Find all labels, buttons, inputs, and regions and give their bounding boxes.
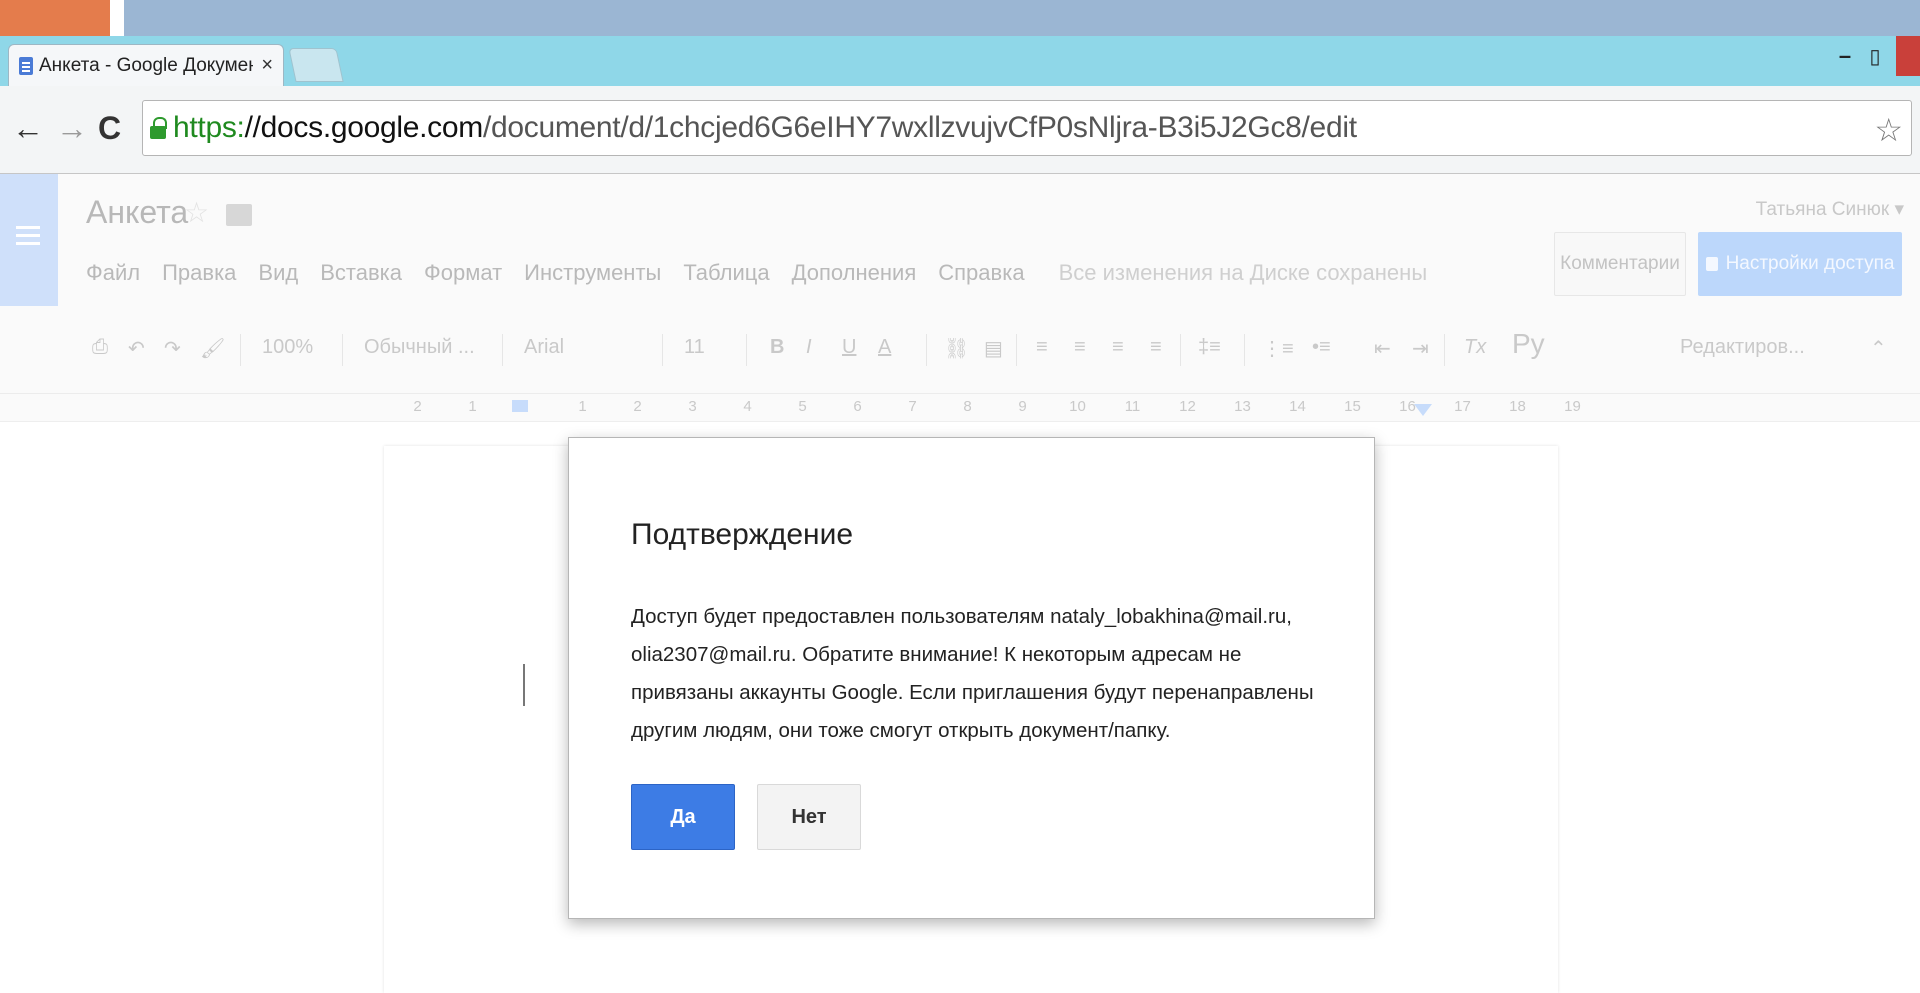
bookmark-star-icon[interactable]: ☆: [1874, 111, 1903, 149]
back-button[interactable]: ←: [12, 110, 44, 147]
ruler[interactable]: 21 123 456 789 10 11 12 13 14 15 16 17 18 19: [0, 394, 1920, 422]
font-size-select[interactable]: 11: [684, 336, 705, 359]
formatting-toolbar: ⎙ ↶ ↷ 🖌 100% Обычный ... Arial 11 B I U …: [0, 306, 1920, 394]
comments-button[interactable]: Комментарии: [1554, 232, 1686, 296]
yes-button[interactable]: Да: [631, 784, 735, 850]
toolbar-divider: [746, 334, 747, 366]
browser-tab-strip: Анкета - Google Докумен × – ▯: [0, 36, 1920, 86]
toolbar-divider: [1016, 334, 1017, 366]
menu-tools[interactable]: Инструменты: [524, 260, 661, 286]
toolbar-divider: [502, 334, 503, 366]
undo-icon[interactable]: ↶: [128, 336, 145, 361]
text-cursor: [523, 664, 525, 706]
bulleted-list-button[interactable]: •≡: [1312, 336, 1331, 359]
ruler-numbers: 21 123 456 789 10 11 12 13 14 15 16 17 18 19: [413, 398, 1581, 415]
menu-format[interactable]: Формат: [424, 260, 502, 286]
docs-header: Анкета ☆ Файл Правка Вид Вставка Формат …: [0, 174, 1920, 306]
toolbar-divider: [1180, 334, 1181, 366]
star-icon[interactable]: ☆: [184, 196, 209, 229]
redo-icon[interactable]: ↷: [164, 336, 181, 361]
menu-file[interactable]: Файл: [86, 260, 140, 286]
url-text: https://docs.google.com/document/d/1chcj…: [173, 111, 1357, 144]
bold-button[interactable]: B: [770, 336, 784, 359]
window-controls: – ▯: [1830, 36, 1920, 76]
toolbar-divider: [662, 334, 663, 366]
align-right-button[interactable]: ≡: [1112, 336, 1124, 359]
toolbar-divider: [1444, 334, 1445, 366]
docs-icon: [19, 56, 33, 75]
docs-menubar: Файл Правка Вид Вставка Формат Инструмен…: [86, 260, 1427, 286]
clear-formatting-button[interactable]: Tx: [1464, 336, 1486, 359]
close-window-button[interactable]: [1896, 36, 1920, 76]
lock-icon: [149, 117, 167, 139]
collapse-icon[interactable]: ⌃: [1870, 336, 1887, 361]
style-select[interactable]: Обычный ...: [364, 336, 475, 359]
minimize-button[interactable]: –: [1830, 43, 1860, 69]
align-left-button[interactable]: ≡: [1036, 336, 1048, 359]
menu-view[interactable]: Вид: [258, 260, 298, 286]
folder-icon[interactable]: [226, 204, 252, 226]
confirmation-dialog: Подтверждение Доступ будет предоставлен …: [568, 437, 1375, 919]
browser-tab[interactable]: Анкета - Google Докумен ×: [8, 44, 284, 86]
tab-title: Анкета - Google Докумен: [39, 54, 254, 76]
close-icon[interactable]: ×: [261, 54, 273, 77]
accent-block-orange: [0, 0, 110, 36]
line-spacing-button[interactable]: ‡≡: [1198, 336, 1221, 359]
share-label: Настройки доступа: [1725, 253, 1895, 274]
user-name[interactable]: Татьяна Синюк ▾: [1756, 198, 1904, 221]
lock-icon: [1705, 257, 1718, 271]
link-icon[interactable]: ⛓: [944, 336, 969, 361]
align-justify-button[interactable]: ≡: [1150, 336, 1162, 359]
edit-mode-select[interactable]: Редактиров...: [1680, 336, 1805, 359]
italic-button[interactable]: I: [806, 336, 812, 359]
document-title[interactable]: Анкета: [86, 194, 188, 231]
docs-menu-icon[interactable]: [0, 174, 58, 306]
decrease-indent-button[interactable]: ⇤: [1374, 336, 1391, 361]
toolbar-divider: [1244, 334, 1245, 366]
underline-button[interactable]: U: [842, 336, 856, 359]
menu-table[interactable]: Таблица: [683, 260, 769, 286]
menu-edit[interactable]: Правка: [162, 260, 236, 286]
dialog-title: Подтверждение: [631, 518, 854, 551]
print-icon[interactable]: ⎙: [92, 336, 108, 359]
dialog-message: Доступ будет предоставлен пользователям …: [631, 605, 1314, 742]
address-bar[interactable]: https://docs.google.com/document/d/1chcj…: [142, 100, 1912, 156]
slide-top-band: [0, 0, 1920, 36]
forward-button[interactable]: →: [56, 110, 88, 147]
menu-addons[interactable]: Дополнения: [792, 260, 917, 286]
zoom-select[interactable]: 100%: [262, 336, 313, 359]
toolbar-divider: [240, 334, 241, 366]
share-button[interactable]: Настройки доступа: [1698, 232, 1902, 296]
toolbar-divider: [926, 334, 927, 366]
paint-format-icon[interactable]: 🖌: [200, 336, 225, 361]
increase-indent-button[interactable]: ⇥: [1412, 336, 1429, 361]
toolbar-divider: [342, 334, 343, 366]
reload-button[interactable]: C: [98, 110, 121, 147]
menu-help[interactable]: Справка: [938, 260, 1024, 286]
new-tab-button[interactable]: [288, 48, 344, 82]
comment-icon[interactable]: ▤: [984, 336, 1003, 361]
numbered-list-button[interactable]: ⋮≡: [1262, 336, 1294, 361]
font-select[interactable]: Arial: [524, 336, 564, 359]
accent-block-blue: [124, 0, 1920, 36]
input-tools-button[interactable]: Ру: [1512, 328, 1545, 360]
text-color-button[interactable]: A: [878, 336, 891, 359]
browser-toolbar: ← → C https://docs.google.com/document/d…: [0, 86, 1920, 174]
menu-insert[interactable]: Вставка: [320, 260, 402, 286]
maximize-button[interactable]: ▯: [1860, 44, 1890, 69]
align-center-button[interactable]: ≡: [1074, 336, 1086, 359]
no-button[interactable]: Нет: [757, 784, 861, 850]
save-status[interactable]: Все изменения на Диске сохранены: [1059, 260, 1428, 286]
